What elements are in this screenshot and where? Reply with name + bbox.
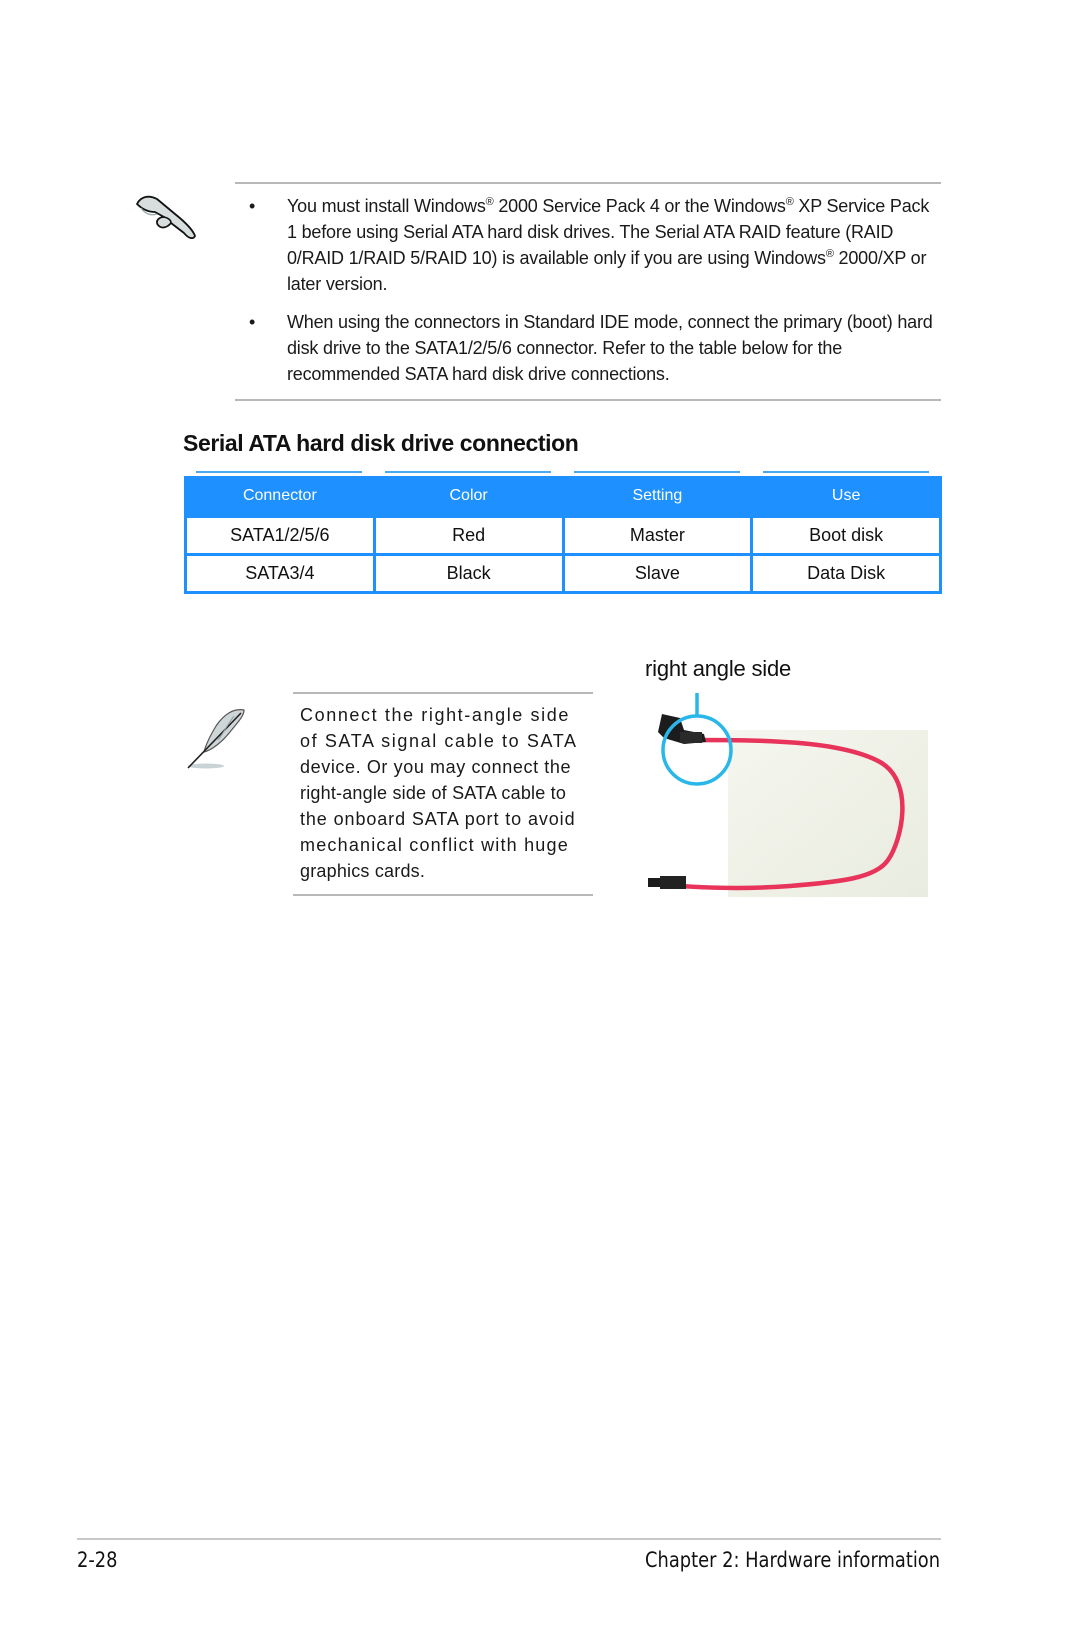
photo-background: [728, 730, 928, 897]
column-header: Color: [372, 476, 565, 517]
pointing-hand-icon: [136, 195, 196, 240]
sata-cable-photo: [648, 693, 928, 897]
table-cell: Black: [372, 553, 565, 594]
tip-line: Connect the right-angle side: [300, 705, 570, 725]
tip-line: device. Or you may connect the: [300, 757, 572, 777]
table-cell: SATA3/4: [184, 553, 376, 594]
table-cell: Red: [372, 515, 565, 556]
column-accent-line: [763, 471, 929, 473]
table-cell: Boot disk: [750, 515, 942, 556]
chapter-title: Chapter 2: Hardware information: [645, 1548, 940, 1572]
table-cell: SATA1/2/5/6: [184, 515, 376, 556]
table-cell: Slave: [561, 553, 754, 594]
column-header: Use: [750, 476, 942, 517]
tip-top-rule: [293, 692, 593, 694]
tip-line: graphics cards.: [300, 861, 426, 881]
tip-text: Connect the right-angle side of SATA sig…: [300, 702, 594, 884]
tip-line: mechanical conflict with huge: [300, 835, 569, 855]
table-cell: Master: [561, 515, 754, 556]
callout-circle: [661, 714, 733, 786]
tip-line: the onboard SATA port to avoid: [300, 809, 576, 829]
tip-bottom-rule: [293, 894, 593, 896]
note-text: You must install Windows® 2000 Service P…: [287, 196, 930, 294]
note-top-rule: [235, 182, 941, 184]
column-accent-line: [574, 471, 740, 473]
tip-line: right-angle side of SATA cable to: [300, 783, 567, 803]
sata-connection-table: Connector Color Setting Use SATA1/2/5/6 …: [184, 476, 942, 594]
page-number: 2-28: [77, 1548, 118, 1572]
feather-icon: [187, 709, 245, 769]
footer-rule: [77, 1538, 941, 1540]
straight-connector: [648, 876, 686, 889]
photo-callout-label: right angle side: [645, 656, 792, 681]
table-row: SATA3/4 Black Slave Data Disk: [184, 553, 942, 594]
bullet: •: [249, 312, 256, 332]
bullet: •: [249, 196, 256, 216]
column-header: Connector: [184, 476, 376, 517]
note-item: • When using the connectors in Standard …: [249, 309, 941, 387]
note-text: When using the connectors in Standard ID…: [287, 312, 933, 384]
note-bottom-rule: [235, 399, 941, 401]
important-note-list: • You must install Windows® 2000 Service…: [249, 193, 941, 399]
column-accent-line: [385, 471, 551, 473]
tip-line: of SATA signal cable to SATA: [300, 731, 578, 751]
table-header-row: Connector Color Setting Use: [184, 476, 942, 517]
section-heading: Serial ATA hard disk drive connection: [183, 430, 579, 456]
column-accent-line: [196, 471, 362, 473]
table-row: SATA1/2/5/6 Red Master Boot disk: [184, 515, 942, 556]
note-item: • You must install Windows® 2000 Service…: [249, 193, 941, 297]
table-cell: Data Disk: [750, 553, 942, 594]
column-header: Setting: [561, 476, 754, 517]
